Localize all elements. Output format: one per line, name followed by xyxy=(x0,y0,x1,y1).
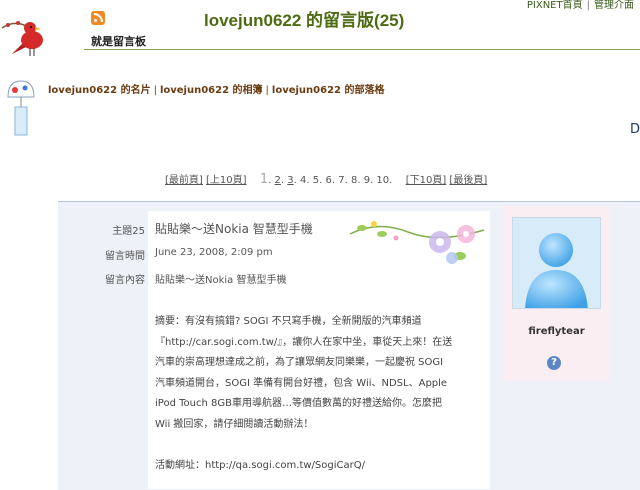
top-links: PIXNET首頁 | 管理介面 xyxy=(527,0,634,11)
admin-link[interactable]: 管理介面 xyxy=(594,0,634,11)
body-line xyxy=(155,435,455,456)
rss-icon[interactable] xyxy=(91,11,105,25)
blog-link[interactable]: lovejun0622 的部落格 xyxy=(272,85,385,96)
profile-nav: lovejun0622 的名片 | lovejun0622 的相簿 | lovejun0… xyxy=(48,81,384,96)
default-avatar-icon xyxy=(513,218,600,308)
red-bird-icon xyxy=(1,21,43,56)
body-line: iPod Touch 8GB車用導航器…等價值數萬的好禮送給你。怎麼把 xyxy=(155,398,442,409)
page-link[interactable]: 6 xyxy=(325,175,331,186)
page-link[interactable]: 5 xyxy=(313,175,319,186)
page-subtitle: 就是留言板 xyxy=(91,35,146,48)
page-link[interactable]: 7 xyxy=(338,175,344,186)
first-page-link[interactable]: [最前頁] xyxy=(165,175,203,186)
pixnet-home-link[interactable]: PIXNET首頁 xyxy=(527,0,583,11)
page-link[interactable]: 9 xyxy=(364,175,370,186)
time-label: 留言時間 xyxy=(105,251,145,262)
profile-card-link[interactable]: lovejun0622 的名片 xyxy=(48,85,151,96)
info-icon[interactable]: ? xyxy=(547,356,561,370)
body-line: Wii 搬回家，請仔細閱讀活動辦法！ xyxy=(155,418,314,430)
next-10-link[interactable]: [下10頁] xyxy=(406,175,447,186)
message-content-title: 貼貼樂～送Nokia 智慧型手機 xyxy=(155,275,287,286)
current-page: 1 xyxy=(259,172,269,187)
content-label: 留言內容 xyxy=(105,275,145,286)
subject-label: 主題25 xyxy=(112,226,145,237)
avatar[interactable] xyxy=(512,217,601,309)
separator: | xyxy=(153,85,157,96)
page-link[interactable]: 4 xyxy=(300,175,306,186)
page-link[interactable]: 2 xyxy=(275,175,281,186)
page-title: lovejun0622 的留言版(25) xyxy=(204,11,405,30)
separator: | xyxy=(586,0,590,11)
header-divider xyxy=(84,49,640,50)
body-line: 汽車頻道開台，SOGI 準備有開台好禮，包含 Wii、NDSL、Apple xyxy=(155,377,448,389)
pagination: [最前頁] [上10頁] 1. 2. 3. 4. 5. 6. 7. 8. 9. … xyxy=(165,172,488,187)
body-line: 活動網址：http://qa.sogi.com.tw/SogiCarQ/ xyxy=(155,459,365,471)
page-link[interactable]: 10 xyxy=(376,175,389,186)
page-link[interactable]: 3 xyxy=(287,175,293,186)
separator: | xyxy=(265,85,269,96)
message-time: June 23, 2008, 2:09 pm xyxy=(155,247,273,258)
message-body: 摘要：有沒有搞錯? SOGI 不只寫手機，全新開版的汽車頻道 『http://c… xyxy=(155,312,455,476)
prev-10-link[interactable]: [上10頁] xyxy=(206,175,247,186)
flower-decoration-icon xyxy=(349,221,485,264)
body-line: 『http://car.sogi.com.tw/』，讓你人在家中坐，車從天上來！… xyxy=(155,336,453,348)
album-link[interactable]: lovejun0622 的相簿 xyxy=(160,85,263,96)
body-line: 摘要：有沒有搞錯? SOGI 不只寫手機，全新開版的汽車頻道 xyxy=(155,316,422,327)
author-name[interactable]: fireflytear xyxy=(503,326,610,337)
page-link[interactable]: 8 xyxy=(351,175,357,186)
body-line: 汽車的崇高理想達成之前，為了讓眾網友同樂樂，一起慶祝 SOGI xyxy=(155,357,444,368)
last-page-link[interactable]: [最後頁] xyxy=(449,175,487,186)
cut-off-text: D xyxy=(629,122,640,137)
wind-chime-icon xyxy=(7,80,35,136)
message-subject: 貼貼樂～送Nokia 智慧型手機 xyxy=(155,222,313,236)
